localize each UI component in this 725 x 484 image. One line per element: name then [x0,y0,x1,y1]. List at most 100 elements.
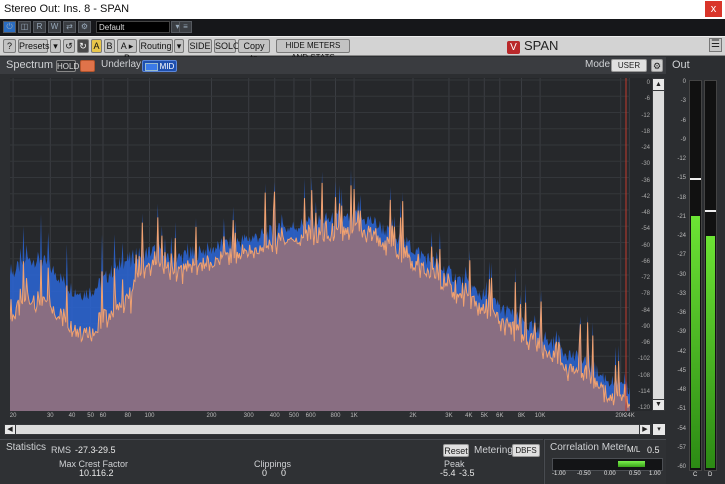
correlation-title: Correlation Meter [550,442,628,453]
bypass-icon[interactable]: ◫ [18,21,31,33]
out-scale-label: -3 [680,98,686,105]
mode-select[interactable]: USER [611,59,647,72]
zoom-corner-icon[interactable]: ▾ [653,424,665,435]
level-axis: 0 -6 -12 -18 -24 -30 -36 -42 -48 -54 -60 -66 -72 -78 -… [630,78,652,411]
level-tick-label: -120 [637,405,650,411]
out-scale-label: -51 [677,406,686,413]
read-automation-icon[interactable]: R [33,21,46,33]
spectrum-title: Spectrum [6,59,54,71]
level-tick-label: -84 [641,307,650,314]
out-scale-label: -57 [677,444,686,451]
level-tick-label: -78 [641,291,650,298]
freq-tick-label: 1K [350,413,358,419]
out-scale-label: -33 [677,290,686,297]
freq-tick-label: 5K [480,413,488,419]
side-button[interactable]: SIDE [188,39,212,53]
freq-tick-label: 30 [46,413,54,419]
vertical-scrollbar[interactable]: ▲ ▼ [652,78,665,411]
out-scale-label: -24 [677,233,686,239]
presets-button[interactable]: Presets [18,39,50,53]
write-automation-icon[interactable]: W [48,21,61,33]
out-scale-label: -42 [677,348,686,355]
correlation-scale-4: 1.00 [649,471,661,477]
ab-b-button[interactable]: B [104,39,115,53]
out-scale-label: -15 [677,175,686,182]
hold-color-swatch[interactable] [80,60,95,72]
host-plugin-bar: ⏻ ◫ R W ⇄ ⚙ Default ▾ ≡ [0,19,725,36]
freq-tick-label: 60 [99,413,107,419]
left-channel-label: C [693,472,698,478]
left-meter-fill [691,216,700,468]
out-scale-label: -54 [677,425,686,432]
main-menu-icon[interactable]: ☰ [709,38,722,52]
scroll-right-icon[interactable]: ▶ [640,425,650,434]
gear-icon[interactable]: ⚙ [651,59,663,72]
level-tick-label: -102 [637,356,650,363]
underlay-mid-label: MID [159,62,175,71]
routing-dropdown-icon[interactable]: ▾ [174,39,184,53]
sidechain-icon[interactable]: ⇄ [63,21,76,33]
freq-tick-label: 20 [9,413,17,419]
level-tick-label: -114 [638,388,650,395]
crest-left-value: 10.1 [79,468,97,478]
level-tick-label: -60 [641,242,650,249]
preset-field[interactable]: Default [96,21,170,33]
settings-icon[interactable]: ⚙ [78,21,91,33]
underlay-label: Underlay [101,59,142,70]
freq-tick-label: 10K [534,413,546,419]
correlation-scale-0: -1.00 [552,471,566,477]
freq-tick-label: 100 [144,413,155,419]
right-channel-label: D [708,472,713,478]
undo-icon[interactable]: ↺ [63,39,75,53]
level-tick-label: -108 [637,372,650,379]
level-tick-label: -12 [641,112,650,119]
underlay-mid-button[interactable]: MID [142,60,177,72]
level-tick-label: -72 [641,275,650,281]
level-tick-label: -90 [641,323,650,330]
correlation-mode[interactable]: M/L [627,445,640,454]
out-scale-label: -6 [680,117,686,124]
correlation-scale-1: -0.50 [577,471,591,477]
mode-label: Mode [585,59,611,70]
help-button[interactable]: ? [3,39,16,53]
level-tick-label: -66 [641,258,650,265]
horizontal-scroll-thumb[interactable] [16,425,639,434]
level-tick-label: -48 [641,210,650,216]
correlation-scale-2: 0.00 [604,471,616,477]
scroll-left-icon[interactable]: ◀ [5,425,15,434]
out-title: Out [672,59,690,71]
hide-meters-button[interactable]: HIDE METERS AND STATS [276,39,350,62]
power-icon[interactable]: ⏻ [3,21,16,33]
freq-tick-label: 200 [206,413,217,419]
right-out-meter [704,80,717,471]
level-tick-label: -96 [641,340,650,346]
vertical-scroll-thumb[interactable] [653,91,664,399]
spectrum-plot[interactable] [10,78,630,411]
rms-right-value: -29.5 [95,445,116,455]
out-scale-label: -18 [677,194,686,201]
redo-icon[interactable]: ↻ [77,39,89,53]
presets-dropdown-icon[interactable]: ▾ [50,39,61,53]
correlation-value: 0.5 [647,445,660,455]
copy-to-button[interactable]: Copy to [238,39,270,63]
routing-button[interactable]: Routing [139,39,173,53]
scroll-up-icon[interactable]: ▲ [653,79,664,90]
preset-menu-icon[interactable]: ≡ [179,21,192,33]
level-tick-label: -6 [644,96,650,103]
hold-button[interactable]: HOLD [56,60,79,72]
out-scale-label: -39 [677,329,686,336]
close-window-button[interactable]: x [705,1,722,17]
left-out-meter [689,80,702,471]
freq-tick-label: 500 [288,413,299,419]
reset-button[interactable]: Reset [443,444,469,457]
scroll-down-icon[interactable]: ▼ [653,400,664,410]
correlation-panel: Correlation Meter M/L 0.5 -1.00 -0.50 0.… [544,439,666,484]
out-scale-label: -27 [677,252,686,259]
out-scale-label: 0 [682,79,686,85]
crest-right-value: 16.2 [96,468,114,478]
horizontal-scrollbar[interactable]: ◀ ▶ [4,424,652,435]
metering-select[interactable]: DBFS [512,444,540,457]
ab-a-button[interactable]: A [91,39,102,53]
solo-button[interactable]: SOLO [214,39,240,53]
ab-copy-button[interactable]: A ▸ B [117,39,137,63]
